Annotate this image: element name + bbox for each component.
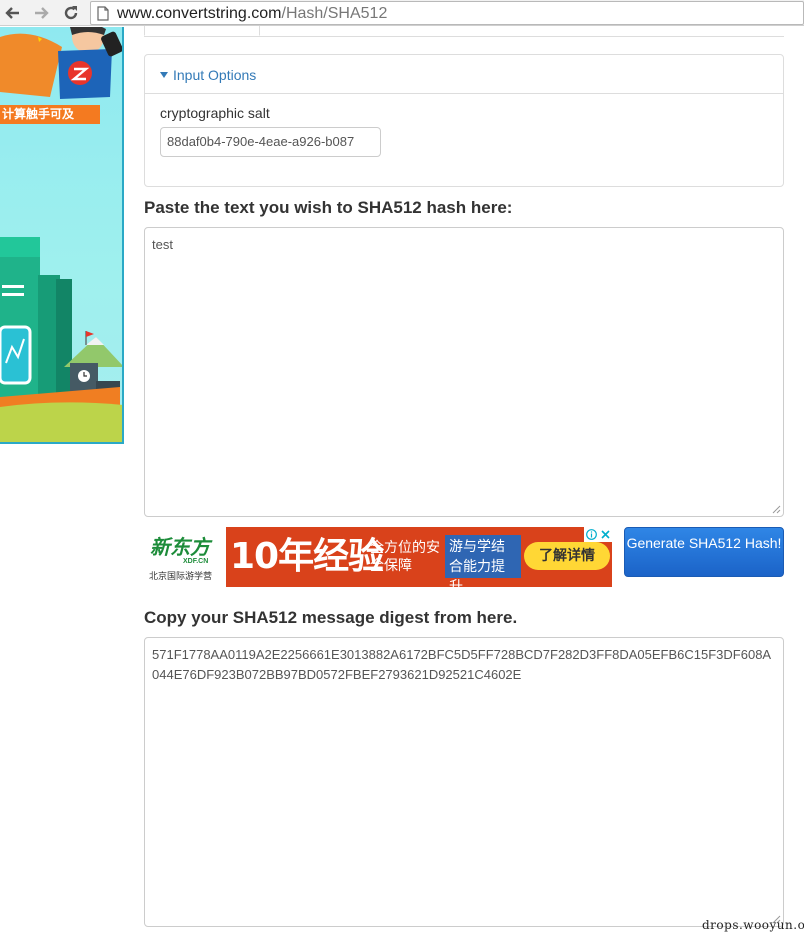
banner-ad[interactable]: 新东方 XDF.CN 北京国际游学营 10年经验 全方位的安全保障 游与学结合能… [144, 527, 612, 587]
output-digest: 571F1778AA0119A2E2256661E3013882A6172BFC… [152, 647, 772, 682]
side-ad-strip-text: 计算触手可及 [0, 105, 100, 124]
caret-down-icon [160, 72, 168, 78]
ad-headline: 10年经验 [230, 536, 384, 577]
ad-highlight: 游与学结合能力提升 [445, 535, 521, 587]
forward-arrow-icon [35, 7, 49, 19]
ad-choices[interactable] [584, 527, 612, 542]
url-host: www.convertstring.com [117, 5, 282, 22]
browser-toolbar: www.convertstring.com/Hash/SHA512 [0, 0, 804, 26]
url-text: www.convertstring.com/Hash/SHA512 [117, 4, 387, 24]
salt-label: cryptographic salt [160, 105, 270, 121]
generate-hash-button[interactable]: Generate SHA512 Hash! [624, 527, 784, 577]
ad-logo-domain: XDF.CN [183, 558, 209, 565]
back-button[interactable] [2, 2, 24, 24]
url-path: /Hash/SHA512 [281, 5, 388, 22]
reload-icon [64, 6, 78, 20]
input-options-title: Input Options [173, 67, 257, 83]
side-ad-banner[interactable]: 计算触手可及 [0, 27, 124, 444]
forward-button[interactable] [30, 2, 52, 24]
back-arrow-icon [5, 7, 19, 19]
resize-grip-icon[interactable] [772, 505, 781, 514]
input-text: test [152, 237, 173, 252]
input-textarea[interactable]: test [144, 227, 784, 517]
input-label: Paste the text you wish to SHA512 hash h… [144, 198, 513, 217]
watermark: drops.wooyun.org [702, 918, 804, 932]
ad-cta-button[interactable]: 了解详情 [524, 542, 610, 570]
page-icon [97, 6, 109, 21]
side-ad-illustration [0, 27, 122, 442]
input-options-panel: Input Options cryptographic salt 88daf0b… [144, 54, 784, 187]
ad-close-icon[interactable] [600, 529, 611, 540]
input-options-toggle[interactable]: Input Options [145, 55, 783, 94]
active-tab[interactable] [144, 26, 260, 36]
output-textarea[interactable]: 571F1778AA0119A2E2256661E3013882A6172BFC… [144, 637, 784, 927]
salt-value: 88daf0b4-790e-4eae-a926-b087 [167, 134, 355, 149]
salt-input[interactable]: 88daf0b4-790e-4eae-a926-b087 [160, 127, 381, 157]
ad-logo: 新东方 [150, 535, 210, 559]
ad-logo-box: 新东方 XDF.CN 北京国际游学营 [144, 527, 226, 587]
reload-button[interactable] [60, 2, 82, 24]
ad-logo-caption: 北京国际游学营 [149, 571, 213, 581]
output-label: Copy your SHA512 message digest from her… [144, 608, 518, 627]
ad-tagline: 全方位的安全保障 [370, 540, 440, 574]
ad-info-icon[interactable] [585, 529, 597, 540]
address-bar[interactable]: www.convertstring.com/Hash/SHA512 [90, 1, 804, 25]
tab-bar [144, 26, 784, 37]
